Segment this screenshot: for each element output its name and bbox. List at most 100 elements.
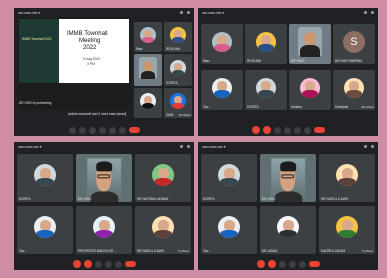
- meeting-code[interactable]: xxx-xxxx-xxx ▾: [202, 11, 224, 15]
- participant-name: DR NURUL ILMAH: [137, 249, 164, 253]
- camera-off-icon[interactable]: [83, 260, 92, 268]
- participant-avatar: [336, 216, 358, 239]
- participant-video: [87, 158, 121, 202]
- participant-avatar: [300, 77, 320, 98]
- meet-window-top-left: xxx-xxxx-xxx ▾ IMMB Townhall 2022 IMMB T…: [14, 8, 194, 136]
- participant-video: [271, 158, 305, 202]
- meeting-code[interactable]: xxx-xxxx-xxx ▾: [18, 11, 40, 15]
- participant-avatar: [152, 216, 174, 239]
- participant-tile[interactable]: You: [201, 70, 243, 110]
- participant-tile[interactable]: You: [201, 206, 257, 254]
- participant-tile[interactable]: Wan: [201, 24, 243, 64]
- slide-title-line2: Meeting: [79, 38, 101, 44]
- participant-tile[interactable]: KORITA: [164, 54, 192, 86]
- participant-avatar: [336, 164, 358, 187]
- meeting-toolbar: [198, 124, 378, 136]
- participant-tile[interactable]: Wan: [134, 22, 162, 52]
- participant-tile[interactable]: PROFESOR MADYA DR ...: [76, 206, 132, 254]
- participant-avatar: [140, 93, 156, 110]
- participant-tile[interactable]: ZAIN 16 others: [164, 88, 192, 118]
- others-count: 5 others: [362, 249, 373, 253]
- participant-tile[interactable]: ROSLINA: [245, 24, 287, 64]
- meeting-code[interactable]: xxxx-xxxx-xxx ▾: [18, 145, 42, 149]
- more-icon[interactable]: [303, 126, 311, 134]
- captions-icon[interactable]: [278, 260, 286, 268]
- wifi-icon: [180, 11, 183, 14]
- camera-icon[interactable]: [78, 126, 86, 134]
- participant-avatar: [34, 164, 56, 187]
- mic-icon[interactable]: [68, 126, 76, 134]
- participant-avatar: [277, 216, 299, 239]
- participant-name: Khairiyah: [335, 105, 349, 109]
- meeting-toolbar: [198, 258, 378, 270]
- participant-tile[interactable]: DR HIDO: [260, 154, 316, 202]
- raise-hand-icon[interactable]: [288, 260, 296, 268]
- participant-tile[interactable]: DR JAMAL: [260, 206, 316, 254]
- leave-call-button[interactable]: [313, 127, 325, 133]
- slide-title-line3: 2022: [83, 45, 97, 51]
- meet-titlebar: xxx-xxxx-xxx ▾: [198, 8, 378, 17]
- meeting-code[interactable]: xxxx-xxxx-xxx ▾: [202, 145, 226, 149]
- participant-tile[interactable]: [134, 54, 162, 86]
- mic-off-icon[interactable]: [72, 260, 81, 268]
- participant-tile[interactable]: DR NURUL ILMAH 5 others: [135, 206, 191, 254]
- participant-name: ROSLINA: [247, 59, 261, 63]
- participant-avatar: [256, 77, 276, 98]
- presenting-label: DR HIDO is presenting: [19, 101, 52, 105]
- participant-avatar: [152, 164, 174, 187]
- camera-off-icon[interactable]: [262, 126, 271, 134]
- participant-name: KORITA: [203, 197, 215, 201]
- present-icon[interactable]: [114, 260, 122, 268]
- meet-window-bottom-right: xxxx-xxxx-xxx ▾ KORITA DR HIDO DR NURUL …: [198, 142, 378, 270]
- participant-name: You: [19, 249, 25, 253]
- participant-tile[interactable]: KORITA: [201, 154, 257, 202]
- raise-hand-icon[interactable]: [283, 126, 291, 134]
- participant-tile[interactable]: Khairiyah 20 others: [333, 70, 375, 110]
- participant-tile[interactable]: You: [17, 206, 73, 254]
- leave-call-button[interactable]: [124, 261, 136, 267]
- participant-name: ZAIN: [166, 113, 174, 117]
- meet-window-top-right: xxx-xxxx-xxx ▾ Wan ROSLINA DR HIDO S DR …: [198, 8, 378, 136]
- others-count: 5 others: [178, 249, 189, 253]
- participant-video: [139, 57, 157, 80]
- present-icon[interactable]: [298, 260, 306, 268]
- wifi-icon: [180, 145, 183, 148]
- slide: IMMB Townhall 2022 IMMB Townhall Meeting…: [19, 19, 129, 83]
- captions-icon[interactable]: [273, 126, 281, 134]
- raise-hand-icon[interactable]: [98, 126, 106, 134]
- present-icon[interactable]: [293, 126, 301, 134]
- mic-off-icon[interactable]: [256, 260, 265, 268]
- camera-off-icon[interactable]: [267, 260, 276, 268]
- participant-tile[interactable]: DR HIDO: [76, 154, 132, 202]
- participant-tile[interactable]: [134, 88, 162, 118]
- participant-tile[interactable]: KAIZRUL NIZAM 5 others: [319, 206, 375, 254]
- captions-icon[interactable]: [88, 126, 96, 134]
- meet-window-bottom-left: xxxx-xxxx-xxx ▾ KORITA DR HIDO DR NAFIDA…: [14, 142, 194, 270]
- mic-off-icon[interactable]: [251, 126, 260, 134]
- present-icon[interactable]: [108, 126, 116, 134]
- participant-tile[interactable]: S DR NUR SABRINA: [333, 24, 375, 64]
- participant-tile[interactable]: KORITA: [245, 70, 287, 110]
- participant-name: Wan: [136, 47, 143, 51]
- participant-avatar: [212, 77, 232, 98]
- more-icon[interactable]: [118, 126, 126, 134]
- meet-titlebar: xxx-xxxx-xxx ▾: [14, 8, 194, 17]
- participant-tile[interactable]: DR NURUL ILMAH: [319, 154, 375, 202]
- participant-name: You: [203, 105, 209, 109]
- raise-hand-icon[interactable]: [104, 260, 112, 268]
- participant-avatar: [34, 216, 56, 239]
- leave-call-button[interactable]: [128, 127, 140, 133]
- leave-call-button[interactable]: [308, 261, 320, 267]
- slide-date: 9 Aug 2022: [83, 57, 101, 61]
- captions-icon[interactable]: [94, 260, 102, 268]
- participant-name: DR NURUL ILMAH: [321, 197, 348, 201]
- presentation-area: IMMB Townhall 2022 IMMB Townhall Meeting…: [17, 17, 131, 109]
- participant-tile[interactable]: DR NAFIDAH ADNAN: [135, 154, 191, 202]
- battery-icon: [371, 11, 374, 14]
- participant-avatar: [170, 27, 186, 44]
- participant-tile[interactable]: Azriana: [289, 70, 331, 110]
- participant-tile[interactable]: ROSLINA: [164, 22, 192, 52]
- battery-icon: [187, 145, 190, 148]
- participant-tile[interactable]: DR HIDO: [289, 24, 331, 64]
- participant-tile[interactable]: KORITA: [17, 154, 73, 202]
